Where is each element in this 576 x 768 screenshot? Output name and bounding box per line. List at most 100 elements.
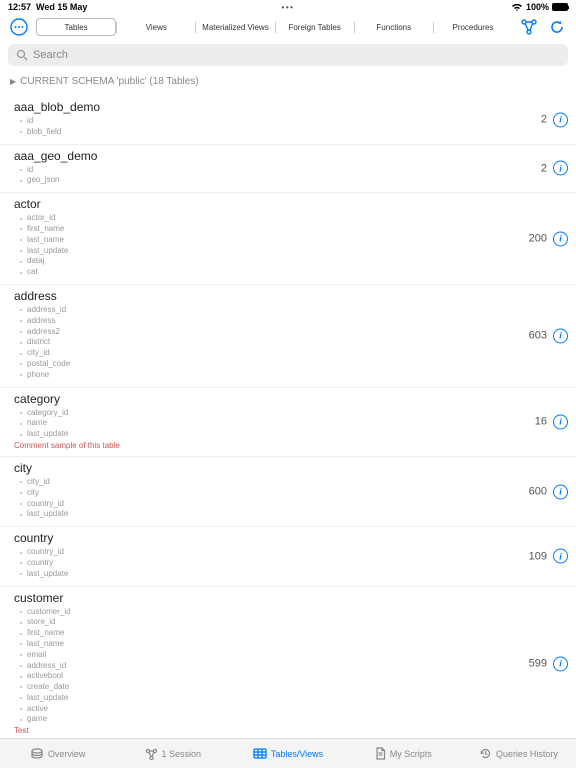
bottom-history[interactable]: Queries History: [461, 739, 576, 768]
refresh-button[interactable]: [546, 16, 568, 38]
bottom-label: Queries History: [496, 749, 558, 759]
table-name: aaa_geo_demo: [14, 149, 564, 163]
row-count: 200: [529, 233, 547, 245]
row-count: 2: [541, 114, 547, 126]
column-name: city: [20, 488, 564, 499]
overview-icon: [30, 748, 44, 760]
column-name: address2: [20, 327, 564, 338]
info-icon[interactable]: i: [553, 161, 568, 176]
column-name: activebool: [20, 671, 564, 682]
bottom-myscripts[interactable]: My Scripts: [346, 739, 461, 768]
column-name: phone: [20, 370, 564, 381]
column-name: category_id: [20, 408, 564, 419]
row-count: 600: [529, 486, 547, 498]
wifi-icon: [511, 3, 523, 12]
column-name: active: [20, 704, 564, 715]
table-row[interactable]: customercustomer_idstore_idfirst_namelas…: [0, 587, 576, 738]
search-icon: [16, 49, 28, 61]
column-name: last_update: [20, 693, 564, 704]
column-name: create_date: [20, 682, 564, 693]
column-name: last_update: [20, 509, 564, 520]
bottom-label: 1 Session: [162, 749, 202, 759]
tablesviews-icon: [253, 748, 267, 759]
column-name: last_update: [20, 569, 564, 580]
column-name: address: [20, 316, 564, 327]
table-name: category: [14, 392, 564, 406]
row-count: 2: [541, 162, 547, 174]
info-icon[interactable]: i: [553, 414, 568, 429]
tab-views[interactable]: Views: [117, 18, 195, 36]
table-row[interactable]: category category_idnamelast_updateCommen…: [0, 388, 576, 457]
column-name: dataj: [20, 256, 564, 267]
schema-header[interactable]: ▶ CURRENT SCHEMA 'public' (18 Tables): [0, 72, 576, 91]
tab-functions[interactable]: Functions: [355, 18, 433, 36]
table-name: actor: [14, 197, 564, 211]
bottom-overview[interactable]: Overview: [0, 739, 115, 768]
search-input[interactable]: Search: [8, 44, 568, 66]
history-icon: [479, 747, 492, 760]
table-name: country: [14, 531, 564, 545]
battery-percent: 100%: [526, 2, 549, 12]
table-row[interactable]: addressaddress_idaddressaddress2district…: [0, 285, 576, 388]
column-name: first_name: [20, 224, 564, 235]
column-name: address_id: [20, 661, 564, 672]
table-row[interactable]: aaa_blob_demoidblob_field2i: [0, 96, 576, 145]
disclosure-icon: ▶: [10, 77, 16, 86]
more-button[interactable]: [8, 16, 30, 38]
session-icon: [145, 748, 158, 760]
row-count: 599: [529, 658, 547, 670]
schema-label: CURRENT SCHEMA 'public' (18 Tables): [20, 76, 199, 87]
status-bar: 12:57 Wed 15 May ••• 100%: [0, 0, 576, 14]
column-name: district: [20, 337, 564, 348]
info-icon[interactable]: i: [553, 549, 568, 564]
column-name: customer_id: [20, 607, 564, 618]
column-name: last_update: [20, 429, 564, 440]
table-comment: Comment sample of this table: [14, 441, 564, 450]
info-icon[interactable]: i: [553, 112, 568, 127]
bottom-label: My Scripts: [390, 749, 432, 759]
column-name: id: [20, 116, 564, 127]
diagram-button[interactable]: [518, 16, 540, 38]
table-comment: Test: [14, 726, 564, 735]
myscripts-icon: [375, 747, 386, 760]
tables-list: aaa_blob_demoidblob_field2iaaa_geo_demoi…: [0, 96, 576, 738]
column-name: cat: [20, 267, 564, 278]
status-time-date: 12:57 Wed 15 May: [8, 2, 87, 12]
column-name: actor_id: [20, 213, 564, 224]
column-name: geo_json: [20, 175, 564, 186]
column-name: city_id: [20, 477, 564, 488]
column-name: game: [20, 714, 564, 725]
info-icon[interactable]: i: [553, 328, 568, 343]
tab-procedures[interactable]: Procedures: [434, 18, 512, 36]
column-name: postal_code: [20, 359, 564, 370]
column-name: id: [20, 165, 564, 176]
column-name: country_id: [20, 499, 564, 510]
row-count: 109: [529, 550, 547, 562]
column-name: last_name: [20, 235, 564, 246]
tab-foreign-tables[interactable]: Foreign Tables: [276, 18, 354, 36]
column-name: city_id: [20, 348, 564, 359]
tab-materialized-views[interactable]: Materialized Views: [196, 18, 274, 36]
table-row[interactable]: actoractor_idfirst_namelast_namelast_upd…: [0, 193, 576, 285]
column-name: email: [20, 650, 564, 661]
column-name: address_id: [20, 305, 564, 316]
info-icon[interactable]: i: [553, 656, 568, 671]
column-name: blob_field: [20, 127, 564, 138]
column-name: first_name: [20, 628, 564, 639]
bottom-label: Tables/Views: [271, 749, 323, 759]
tab-tables[interactable]: Tables: [36, 18, 116, 36]
table-row[interactable]: aaa_geo_demoidgeo_json2i: [0, 145, 576, 194]
info-icon[interactable]: i: [553, 231, 568, 246]
segmented-control: TablesViewsMaterialized ViewsForeign Tab…: [36, 18, 512, 36]
info-icon[interactable]: i: [553, 484, 568, 499]
battery-icon: [552, 3, 568, 11]
column-name: name: [20, 418, 564, 429]
table-row[interactable]: citycity_idcitycountry_idlast_update600i: [0, 457, 576, 527]
search-placeholder: Search: [33, 49, 68, 61]
table-row[interactable]: countrycountry_idcountrylast_update109i: [0, 527, 576, 586]
bottom-bar: Overview 1 Session Tables/Views My Scripts Q…: [0, 738, 576, 768]
table-name: customer: [14, 591, 564, 605]
bottom-tablesviews[interactable]: Tables/Views: [230, 739, 345, 768]
bottom-session[interactable]: 1 Session: [115, 739, 230, 768]
column-name: country_id: [20, 547, 564, 558]
